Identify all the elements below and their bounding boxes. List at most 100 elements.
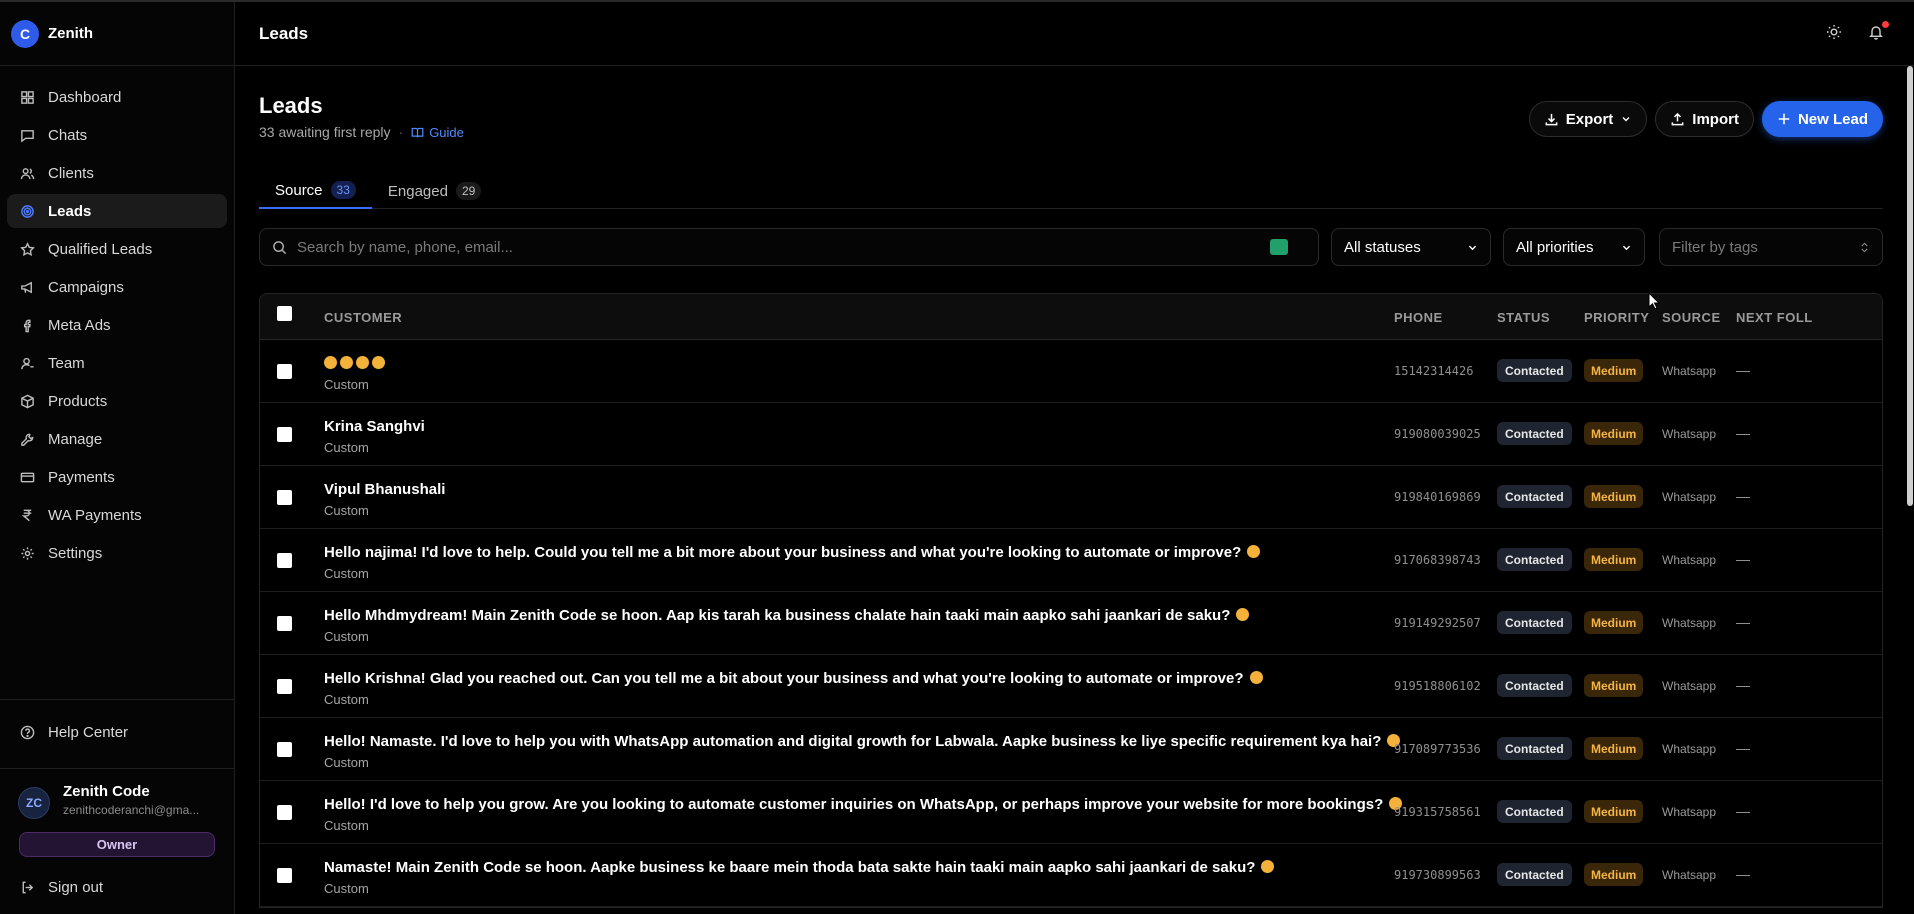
table-row[interactable]: Namaste! Main Zenith Code se hoon. Aapke… xyxy=(260,844,1882,907)
column-header-priority[interactable]: PRIORITY xyxy=(1584,310,1649,325)
sidebar-item-wa-payments[interactable]: WA Payments xyxy=(7,498,227,532)
customer-name[interactable]: Namaste! Main Zenith Code se hoon. Aapke… xyxy=(324,859,1275,876)
customer-source-type: Custom xyxy=(324,503,369,518)
scrollbar-thumb[interactable] xyxy=(1907,66,1913,506)
table-row[interactable]: Hello! Namaste. I'd love to help you wit… xyxy=(260,718,1882,781)
search-box[interactable] xyxy=(259,228,1319,266)
phone-cell: 919080039025 xyxy=(1394,427,1481,441)
sidebar-item-manage[interactable]: Manage xyxy=(7,422,227,456)
priority-badge[interactable]: Medium xyxy=(1584,800,1644,823)
table-row[interactable]: Krina Sanghvi Custom 919080039025 Contacted… xyxy=(260,403,1882,466)
guide-link[interactable]: Guide xyxy=(411,125,464,140)
customer-source-type: Custom xyxy=(324,755,369,770)
row-checkbox[interactable] xyxy=(277,364,292,379)
customer-name[interactable]: Hello Krishna! Glad you reached out. Can… xyxy=(324,670,1263,687)
import-button[interactable]: Import xyxy=(1655,101,1754,137)
table-row[interactable]: Hello najima! I'd love to help. Could yo… xyxy=(260,529,1882,592)
row-checkbox[interactable] xyxy=(277,427,292,442)
row-checkbox[interactable] xyxy=(277,553,292,568)
row-checkbox[interactable] xyxy=(277,742,292,757)
user-profile[interactable]: ZC Zenith Code zenithcoderanchi@gma... xyxy=(0,768,234,819)
sidebar-item-label: Settings xyxy=(48,544,103,562)
phone-cell: 919518806102 xyxy=(1394,679,1481,693)
sidebar-item-clients[interactable]: Clients xyxy=(7,156,227,190)
table-row[interactable]: Hello Mhdmydream! Main Zenith Code se ho… xyxy=(260,592,1882,655)
priority-badge[interactable]: Medium xyxy=(1584,548,1644,571)
next-followup-cell: — xyxy=(1736,677,1750,693)
customer-name[interactable] xyxy=(324,355,385,372)
sidebar-item-meta-ads[interactable]: Meta Ads xyxy=(7,308,227,342)
sidebar-item-payments[interactable]: Payments xyxy=(7,460,227,494)
sidebar-item-leads[interactable]: Leads xyxy=(7,194,227,228)
status-badge[interactable]: Contacted xyxy=(1497,737,1572,760)
column-header-customer[interactable]: CUSTOMER xyxy=(324,310,402,325)
table-row[interactable]: Hello! I'd love to help you grow. Are yo… xyxy=(260,781,1882,844)
sidebar-item-products[interactable]: Products xyxy=(7,384,227,418)
lead-tabs: Source 33 Engaged 29 xyxy=(259,173,1883,209)
customer-name[interactable]: Hello Mhdmydream! Main Zenith Code se ho… xyxy=(324,607,1250,624)
notifications-bell-icon[interactable] xyxy=(1868,21,1889,42)
table-row[interactable]: Vipul Bhanushali Custom 919840169869 Contac… xyxy=(260,466,1882,529)
theme-toggle-sun-icon[interactable] xyxy=(1826,24,1844,42)
priority-badge[interactable]: Medium xyxy=(1584,422,1644,445)
select-all-checkbox[interactable] xyxy=(277,306,292,321)
status-badge[interactable]: Contacted xyxy=(1497,548,1572,571)
dashboard-icon xyxy=(19,89,35,105)
search-input[interactable] xyxy=(297,238,1197,256)
customer-name[interactable]: Krina Sanghvi xyxy=(324,418,425,435)
sign-out-button[interactable]: Sign out xyxy=(7,872,227,902)
table-row[interactable]: Hello Krishna! Glad you reached out. Can… xyxy=(260,655,1882,718)
sidebar-item-team[interactable]: Team xyxy=(7,346,227,380)
priority-badge[interactable]: Medium xyxy=(1584,359,1644,382)
row-checkbox[interactable] xyxy=(277,868,292,883)
sidebar-item-settings[interactable]: Settings xyxy=(7,536,227,570)
next-followup-cell: — xyxy=(1736,866,1750,882)
column-header-phone[interactable]: PHONE xyxy=(1394,310,1443,325)
priority-badge[interactable]: Medium xyxy=(1584,863,1644,886)
sidebar-item-label: WA Payments xyxy=(48,506,142,524)
tags-filter-select[interactable]: Filter by tags xyxy=(1659,228,1883,266)
status-badge[interactable]: Contacted xyxy=(1497,800,1572,823)
priority-badge[interactable]: Medium xyxy=(1584,737,1644,760)
table-row[interactable]: Custom 15142314426 Contacted Medium Whatsapp… xyxy=(260,340,1882,403)
priority-badge[interactable]: Medium xyxy=(1584,611,1644,634)
status-badge[interactable]: Contacted xyxy=(1497,611,1572,634)
column-header-status[interactable]: STATUS xyxy=(1497,310,1550,325)
priority-badge[interactable]: Medium xyxy=(1584,674,1644,697)
customer-name-text: Hello! Namaste. I'd love to help you wit… xyxy=(324,733,1382,750)
sidebar-item-campaigns[interactable]: Campaigns xyxy=(7,270,227,304)
status-badge[interactable]: Contacted xyxy=(1497,485,1572,508)
column-header-source[interactable]: SOURCE xyxy=(1662,310,1721,325)
customer-name[interactable]: Hello! I'd love to help you grow. Are yo… xyxy=(324,796,1403,813)
status-badge[interactable]: Contacted xyxy=(1497,422,1572,445)
status-filter-select[interactable]: All statuses xyxy=(1331,228,1491,266)
status-badge[interactable]: Contacted xyxy=(1497,863,1572,886)
extension-mail-icon[interactable] xyxy=(1270,239,1288,255)
tab-engaged[interactable]: Engaged 29 xyxy=(372,173,497,209)
help-center-link[interactable]: Help Center xyxy=(7,712,227,752)
customer-name[interactable]: Hello! Namaste. I'd love to help you wit… xyxy=(324,733,1401,750)
status-badge[interactable]: Contacted xyxy=(1497,674,1572,697)
column-header-next-followup[interactable]: NEXT FOLL xyxy=(1736,310,1813,325)
priority-filter-select[interactable]: All priorities xyxy=(1503,228,1645,266)
brand[interactable]: C Zenith xyxy=(0,2,234,66)
emoji-icon xyxy=(1249,671,1263,684)
sidebar-item-qualified-leads[interactable]: Qualified Leads xyxy=(7,232,227,266)
tab-source[interactable]: Source 33 xyxy=(259,173,372,209)
export-button[interactable]: Export xyxy=(1528,101,1648,137)
table-header: CUSTOMER PHONE STATUS PRIORITY SOURCE NE… xyxy=(260,294,1882,340)
new-lead-button[interactable]: New Lead xyxy=(1761,101,1883,137)
customer-name[interactable]: Hello najima! I'd love to help. Could yo… xyxy=(324,544,1261,561)
page-scrollbar[interactable] xyxy=(1906,66,1914,506)
customer-name[interactable]: Vipul Bhanushali xyxy=(324,481,445,498)
row-checkbox[interactable] xyxy=(277,805,292,820)
row-checkbox[interactable] xyxy=(277,679,292,694)
row-checkbox[interactable] xyxy=(277,616,292,631)
sidebar-item-dashboard[interactable]: Dashboard xyxy=(7,80,227,114)
status-filter-value: All statuses xyxy=(1344,238,1421,256)
status-badge[interactable]: Contacted xyxy=(1497,359,1572,382)
separator-dot: · xyxy=(398,124,404,140)
priority-badge[interactable]: Medium xyxy=(1584,485,1644,508)
sidebar-item-chats[interactable]: Chats xyxy=(7,118,227,152)
row-checkbox[interactable] xyxy=(277,490,292,505)
